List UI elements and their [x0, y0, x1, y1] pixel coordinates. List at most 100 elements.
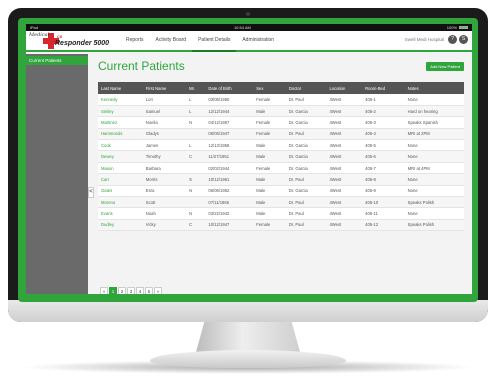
tab-reports[interactable]: Reports	[120, 31, 150, 50]
column-header[interactable]: Last Name	[98, 82, 143, 94]
column-header[interactable]: MI.	[186, 82, 206, 94]
patient-name-link[interactable]: Kennedy	[98, 94, 143, 106]
table-cell: 405-12	[362, 219, 405, 232]
table-body: Kennedy Lori L 03/05/1950 Female Dr. Paul 4Wes…	[98, 94, 464, 232]
table-row[interactable]: Dudley Vicky C 10/12/1947 Female Dr. Paul 4Wes…	[98, 219, 464, 232]
patient-name-link[interactable]: Gates	[98, 185, 143, 198]
table-cell: 12/13/1958	[205, 139, 254, 152]
column-header[interactable]: Location	[326, 82, 363, 94]
table-cell: 405-3	[362, 116, 405, 129]
page-button[interactable]: 3	[127, 287, 135, 294]
table-row[interactable]: Kennedy Lori L 03/05/1950 Female Dr. Paul 4Wes…	[98, 94, 464, 106]
table-cell: Speaks Polish	[404, 196, 464, 209]
page-button[interactable]: »	[154, 287, 162, 294]
table-cell: 03/22/1942	[205, 207, 254, 220]
table-cell: 02/02/1944	[205, 162, 254, 175]
patient-name-link[interactable]: Dewey	[98, 150, 143, 163]
table-row[interactable]: Hammonds Gladys 06/05/1947 Female Dr. Paul 4W…	[98, 128, 464, 141]
tab-activity-board[interactable]: Activity Board	[150, 31, 193, 50]
table-cell: 04/12/1957	[205, 116, 254, 129]
table-cell: Male	[253, 196, 286, 209]
page-button[interactable]: 4	[136, 287, 144, 294]
page-button[interactable]: «	[100, 287, 108, 294]
monitor-stand-base	[150, 350, 346, 368]
table-cell: None	[404, 185, 464, 198]
app-logo[interactable]: Medical CII Responder 5000	[29, 32, 119, 51]
table-cell: Vicky	[142, 219, 187, 232]
table-cell: Esra	[142, 185, 187, 198]
column-header[interactable]: Room-Bed	[362, 82, 405, 94]
table-cell: None	[404, 207, 464, 220]
page-button[interactable]: 2	[118, 287, 126, 294]
table-cell: Speaks Polish	[404, 219, 464, 232]
table-cell: Gladys	[142, 128, 187, 141]
sidebar-collapse-button[interactable]: <	[88, 187, 94, 198]
table-cell: Timothy	[142, 150, 187, 163]
table-cell: Morris	[142, 173, 187, 186]
column-header[interactable]: Notes	[404, 82, 464, 94]
table-cell: 4West	[326, 105, 363, 118]
page-button[interactable]: 1	[109, 287, 117, 294]
patient-name-link[interactable]: Cook	[98, 139, 143, 152]
table-cell: Male	[253, 105, 286, 118]
table-cell: 4West	[326, 207, 363, 220]
table-row[interactable]: Evans Noah N 03/22/1942 Male Dr. Paul 4West 405…	[98, 207, 464, 220]
table-row[interactable]: Dewey Timothy C 11/27/1951 Male Dr. Garcia 4We…	[98, 150, 464, 163]
patient-name-link[interactable]: Smiley	[98, 105, 143, 118]
tab-administration[interactable]: Administration	[236, 31, 280, 50]
table-cell: 405-10	[362, 196, 405, 209]
main-nav: Reports Activity Board Patient Details Admi…	[120, 31, 280, 52]
table-cell: C	[186, 150, 206, 163]
table-cell: N	[186, 185, 206, 198]
table-cell: L	[186, 105, 206, 118]
sidebar-item-current-patients[interactable]: Current Patients	[26, 56, 88, 65]
table-header-row: Last Name First Name MI. Date of Birth Sex Do…	[98, 82, 464, 94]
table-cell: Barbara	[142, 162, 187, 175]
table-cell: 12/12/1944	[205, 105, 254, 118]
column-header[interactable]: Doctor	[285, 82, 327, 94]
table-cell: Male	[253, 150, 286, 163]
patient-name-link[interactable]: Carr	[98, 173, 143, 186]
table-row[interactable]: Gates Esra N 06/06/1952 Male Dr. Garcia 4West 4…	[98, 185, 464, 198]
table-cell: 405-2	[362, 105, 405, 118]
table-cell: 4West	[326, 139, 363, 152]
table-row[interactable]: Cook James L 12/13/1958 Male Dr. Garcia 4West 4…	[98, 139, 464, 152]
table-row[interactable]: Carr Morris S 10/12/1961 Male Dr. Paul 4West 40…	[98, 173, 464, 186]
table-row[interactable]: Smiley Samuel L 12/12/1944 Male Dr. Garcia 4We…	[98, 105, 464, 118]
table-cell: None	[404, 94, 464, 106]
table-cell: 405-8	[362, 173, 405, 186]
column-header[interactable]: Date of Birth	[205, 82, 254, 94]
patient-name-link[interactable]: Martinez	[98, 116, 143, 129]
table-row[interactable]: Moreno Scott 07/11/1955 Male Dr. Paul 4West 40…	[98, 196, 464, 209]
user-menu-button[interactable]: S	[459, 35, 468, 44]
monitor-stand-neck	[196, 322, 300, 352]
table-cell: Dr. Paul	[285, 219, 327, 232]
help-button[interactable]: ?	[448, 35, 457, 44]
table-row[interactable]: Mason Barbara 02/02/1944 Female Dr. Garcia 4W…	[98, 162, 464, 175]
table-cell	[186, 128, 206, 141]
patient-name-link[interactable]: Hammonds	[98, 128, 143, 141]
column-header[interactable]: First Name	[142, 82, 187, 94]
table-cell: Male	[253, 139, 286, 152]
battery-indicator: 100%	[447, 24, 468, 31]
table-cell: Dr. Paul	[285, 196, 327, 209]
table-row[interactable]: Martinez Noelia N 04/12/1957 Female Dr. Garci…	[98, 116, 464, 129]
patient-name-link[interactable]: Moreno	[98, 196, 143, 209]
page-button[interactable]: 5	[145, 287, 153, 294]
patient-name-link[interactable]: Dudley	[98, 219, 143, 232]
patient-name-link[interactable]: Evans	[98, 207, 143, 220]
table-cell: Dr. Paul	[285, 207, 327, 220]
column-header[interactable]: Sex	[253, 82, 286, 94]
table-cell: MRI at 4PM	[404, 162, 464, 175]
tab-patient-details[interactable]: Patient Details	[192, 31, 237, 52]
add-new-patient-button[interactable]: Add New Patient	[426, 62, 464, 71]
table-cell: 03/05/1950	[205, 94, 254, 106]
table-cell: N	[186, 207, 206, 220]
table-cell: 4West	[326, 219, 363, 232]
table-cell: Dr. Garcia	[285, 105, 327, 118]
table-cell: Female	[253, 94, 286, 106]
patient-name-link[interactable]: Mason	[98, 162, 143, 175]
table-cell: 405-1	[362, 94, 405, 106]
user-area: Swell Medi Hospital ? S	[405, 35, 468, 44]
table-cell: Dr. Garcia	[285, 150, 327, 163]
